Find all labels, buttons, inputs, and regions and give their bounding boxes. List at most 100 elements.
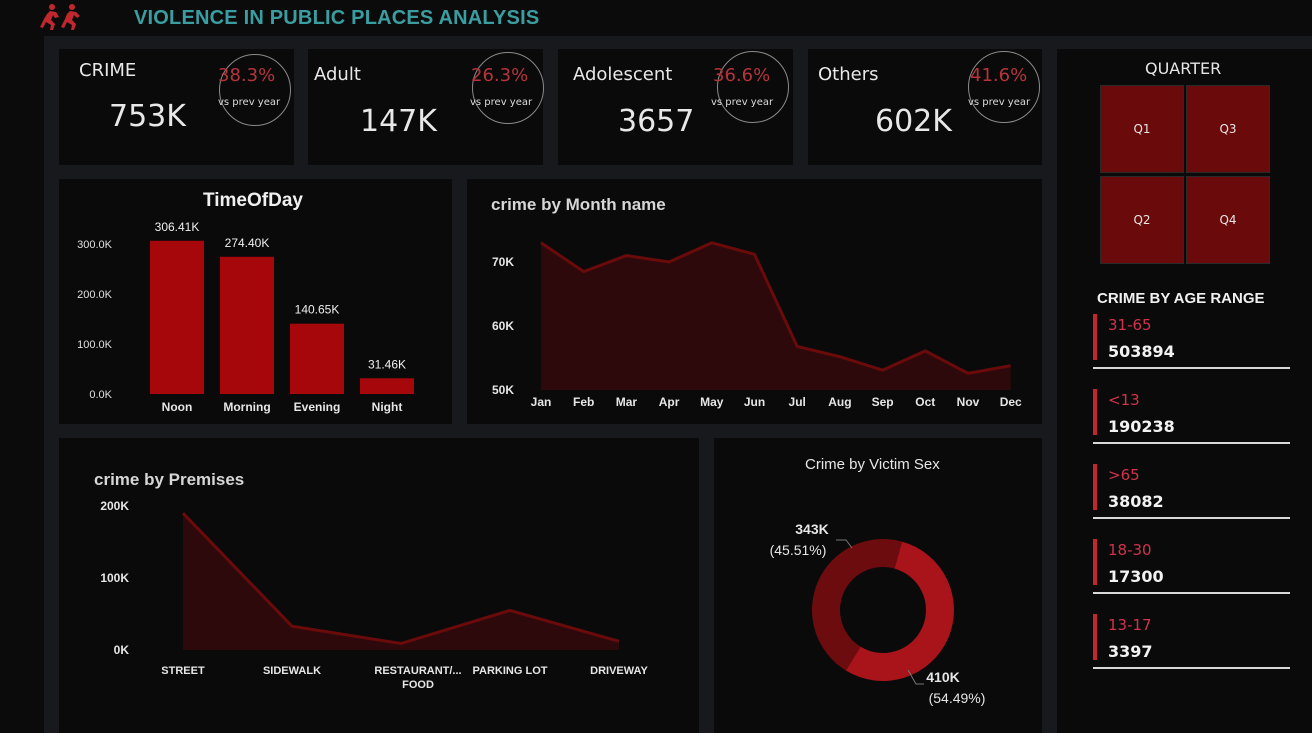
y-tick-label: 50K xyxy=(492,383,514,397)
x-tick-label: Night xyxy=(372,400,403,414)
y-tick-label: 0.0K xyxy=(89,389,112,401)
kpi-label: Others xyxy=(818,64,879,85)
quarter-tile-q3[interactable]: Q3 xyxy=(1186,85,1270,173)
x-tick-label: Evening xyxy=(294,400,341,414)
age-range-card[interactable]: 13-17 3397 xyxy=(1093,614,1290,669)
age-range-value: 503894 xyxy=(1108,342,1175,361)
age-range-label: 18-30 xyxy=(1108,541,1152,559)
kpi-card-adult[interactable]: Adult 147K 26.3% vs prev year xyxy=(308,49,544,165)
data-label: 31.46K xyxy=(368,357,406,371)
age-range-value: 17300 xyxy=(1108,567,1164,586)
age-range-label: <13 xyxy=(1108,391,1140,409)
x-tick-label: Jan xyxy=(531,395,552,409)
x-tick-label: Mar xyxy=(616,395,638,409)
x-tick-label: May xyxy=(700,395,724,409)
y-tick-label: 100K xyxy=(100,571,129,585)
kpi-value: 753K xyxy=(109,99,186,134)
x-tick-label: STREET xyxy=(161,665,205,677)
x-tick-label: Apr xyxy=(659,395,680,409)
kpi-value: 3657 xyxy=(618,104,695,139)
bar xyxy=(220,256,274,394)
data-label: 410K xyxy=(926,669,959,685)
x-tick-label: Feb xyxy=(573,395,594,409)
kpi-change-caption: vs prev year xyxy=(470,97,533,108)
data-label: 140.65K xyxy=(295,303,340,317)
divider xyxy=(1093,517,1290,519)
age-range-title: CRIME BY AGE RANGE xyxy=(1097,290,1265,307)
x-tick-label: Oct xyxy=(915,395,935,409)
x-tick-label: Jun xyxy=(744,395,765,409)
x-tick-label: Morning xyxy=(223,400,270,414)
y-tick-label: 70K xyxy=(492,255,514,269)
x-tick-label: PARKING LOT xyxy=(473,665,548,677)
y-tick-label: 100.0K xyxy=(77,339,113,351)
kpi-change-caption: vs prev year xyxy=(711,97,774,108)
data-label: 274.40K xyxy=(225,236,270,250)
running-people-icon xyxy=(40,4,80,30)
x-tick-label: Nov xyxy=(957,395,980,409)
card-accent-bar xyxy=(1093,314,1097,360)
kpi-card-others[interactable]: Others 602K 41.6% vs prev year xyxy=(808,49,1042,165)
timeofday-bar-chart: 0.0K 100.0K 200.0K 300.0K 306.41K Noon 274.40K… xyxy=(77,220,414,414)
card-accent-bar xyxy=(1093,389,1097,435)
age-range-label: 13-17 xyxy=(1108,616,1152,634)
kpi-ring-icon xyxy=(717,51,789,123)
kpi-value: 147K xyxy=(360,104,437,139)
card-accent-bar xyxy=(1093,539,1097,585)
x-tick-label: DRIVEWAY xyxy=(590,665,648,677)
y-tick-label: 200K xyxy=(100,499,129,513)
x-tick-label: Jul xyxy=(789,395,806,409)
age-range-value: 3397 xyxy=(1108,642,1153,661)
divider xyxy=(1093,592,1290,594)
age-range-label: >65 xyxy=(1108,466,1140,484)
x-tick-label: Sep xyxy=(872,395,894,409)
title-bar: VIOLENCE IN PUBLIC PLACES ANALYSIS xyxy=(0,0,1312,36)
data-label: (54.49%) xyxy=(929,690,986,706)
x-tick-label: Aug xyxy=(828,395,851,409)
kpi-value: 602K xyxy=(875,104,952,139)
quarter-tile-q1[interactable]: Q1 xyxy=(1100,85,1184,173)
age-range-card[interactable]: <13 190238 xyxy=(1093,389,1290,444)
bar xyxy=(150,240,204,394)
y-tick-label: 0K xyxy=(114,643,130,657)
kpi-label: Adult xyxy=(314,64,361,85)
divider xyxy=(1093,367,1290,369)
y-tick-label: 200.0K xyxy=(77,289,113,301)
kpi-label: Adolescent xyxy=(573,64,673,85)
kpi-change: 36.6% xyxy=(713,65,771,86)
leader-line xyxy=(836,539,853,549)
card-accent-bar xyxy=(1093,464,1097,510)
divider xyxy=(1093,442,1290,444)
age-range-label: 31-65 xyxy=(1108,316,1152,334)
donut-slice xyxy=(812,539,902,671)
y-tick-label: 60K xyxy=(492,319,514,333)
quarter-tile-q4[interactable]: Q4 xyxy=(1186,176,1270,264)
age-range-card[interactable]: >65 38082 xyxy=(1093,464,1290,519)
premises-area-chart: 0K 100K 200K STREET SIDEWALK RESTAURANT/... FO… xyxy=(100,499,648,691)
data-label: 343K xyxy=(795,521,828,537)
kpi-card-adolescent[interactable]: Adolescent 3657 36.6% vs prev year xyxy=(558,49,793,165)
y-tick-label: 300.0K xyxy=(77,239,113,251)
age-range-card[interactable]: 31-65 503894 xyxy=(1093,314,1290,369)
quarter-tile-q2[interactable]: Q2 xyxy=(1100,176,1184,264)
divider xyxy=(1093,667,1290,669)
kpi-change: 26.3% xyxy=(471,65,529,86)
age-range-value: 190238 xyxy=(1108,417,1175,436)
victim-sex-donut-chart: 343K (45.51%) 410K (54.49%) xyxy=(770,521,986,706)
area-fill xyxy=(541,242,1011,390)
x-tick-label: Dec xyxy=(1000,395,1022,409)
card-accent-bar xyxy=(1093,614,1097,660)
kpi-change: 38.3% xyxy=(218,65,276,86)
age-range-card[interactable]: 18-30 17300 xyxy=(1093,539,1290,594)
kpi-change-caption: vs prev year xyxy=(968,97,1031,108)
kpi-card-crime[interactable]: CRIME 753K 38.3% vs prev year xyxy=(59,49,294,165)
data-label: 306.41K xyxy=(155,220,200,234)
quarter-slicer-title: QUARTER xyxy=(1145,59,1222,78)
x-tick-label: SIDEWALK xyxy=(263,665,321,677)
month-area-chart: 50K 60K 70K Jan Feb Mar Apr May Jun Jul Aug Sep Oct N… xyxy=(492,241,1022,409)
kpi-ring-icon xyxy=(472,52,544,124)
bar xyxy=(360,378,414,394)
kpi-ring-icon xyxy=(968,51,1040,123)
kpi-label: CRIME xyxy=(79,60,137,81)
age-range-value: 38082 xyxy=(1108,492,1164,511)
